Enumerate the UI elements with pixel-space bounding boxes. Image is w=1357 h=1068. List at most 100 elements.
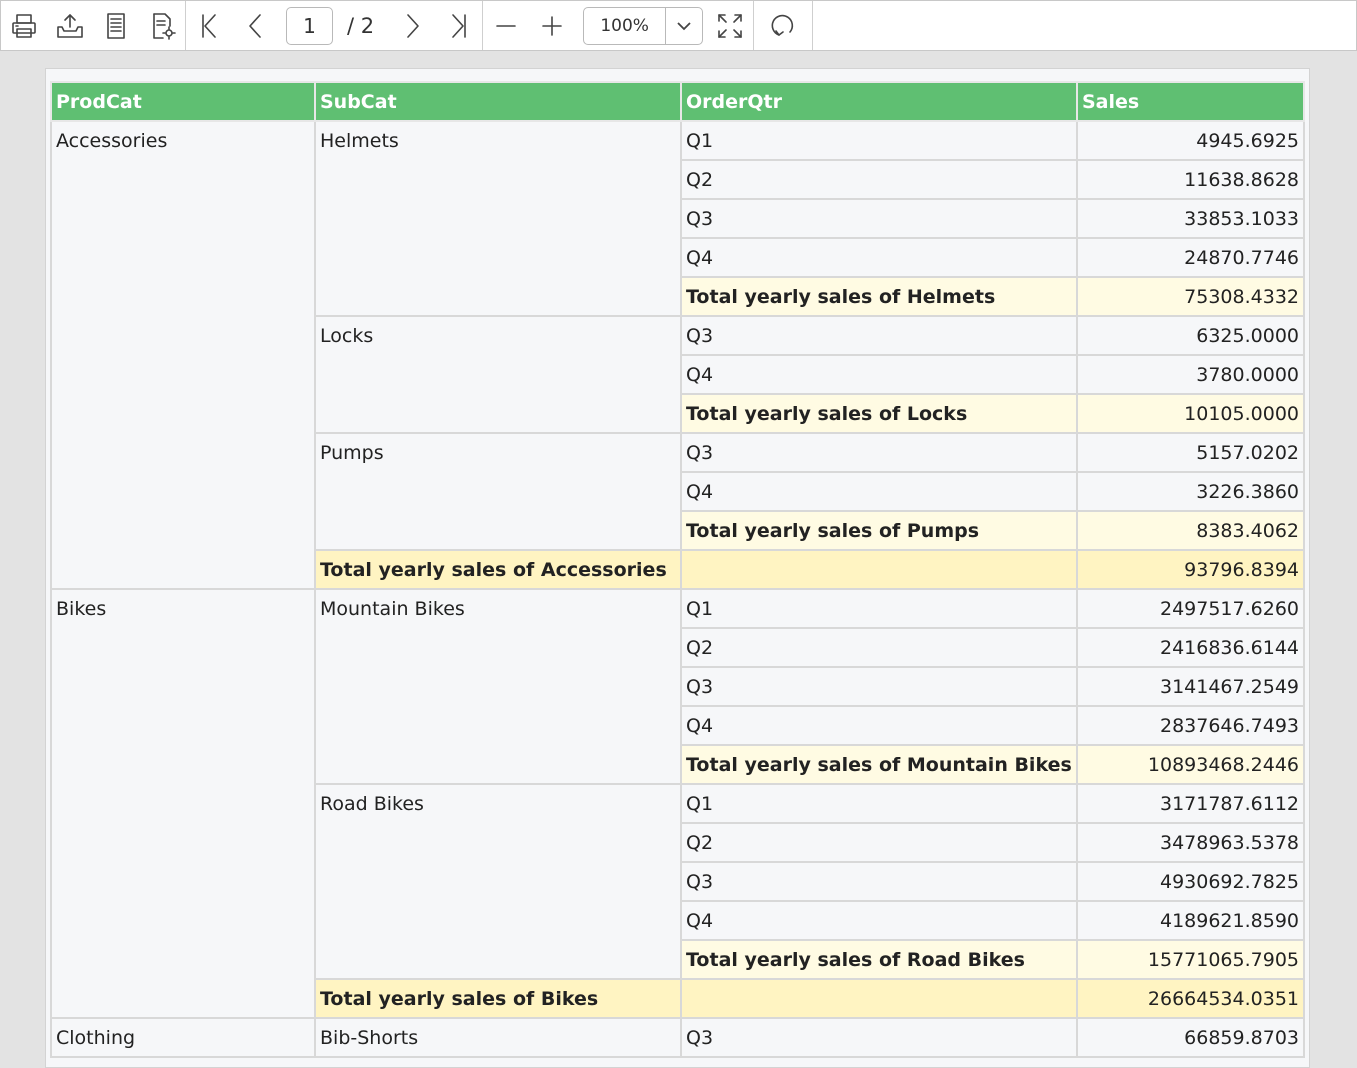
subtotal-label: Total yearly sales of Locks xyxy=(680,393,1078,434)
header-row: ProdCat SubCat OrderQtr Sales xyxy=(50,81,1305,122)
subtotal-value: 10105.0000 xyxy=(1076,393,1305,434)
refresh-icon xyxy=(771,14,794,36)
last-page-icon xyxy=(452,13,466,38)
subtotal-label: Total yearly sales of Helmets xyxy=(680,276,1078,317)
quarter-cell: Q4 xyxy=(680,705,1078,746)
quarter-cell: Q4 xyxy=(680,471,1078,512)
page-setup-button[interactable] xyxy=(93,4,139,48)
sales-cell: 5157.0202 xyxy=(1076,432,1305,473)
sales-cell: 2497517.6260 xyxy=(1076,588,1305,629)
category-total-value: 93796.8394 xyxy=(1076,549,1305,590)
sales-cell: 4930692.7825 xyxy=(1076,861,1305,902)
print-icon xyxy=(12,13,36,38)
zoom-out-icon xyxy=(496,24,516,27)
column-header-sales: Sales xyxy=(1076,81,1305,122)
quarter-cell: Q3 xyxy=(680,666,1078,707)
report-viewer-toolbar: 1 / 2 100% xyxy=(0,0,1357,51)
export-button[interactable] xyxy=(47,4,93,48)
zoom-in-button[interactable] xyxy=(529,4,575,48)
quarter-cell: Q3 xyxy=(680,315,1078,356)
previous-page-button[interactable] xyxy=(232,4,278,48)
next-page-icon xyxy=(407,13,419,38)
prodcat-cell: Accessories xyxy=(50,120,316,590)
sales-cell: 2416836.6144 xyxy=(1076,627,1305,668)
refresh-button[interactable] xyxy=(754,4,812,48)
quarter-cell: Q2 xyxy=(680,627,1078,668)
sales-cell: 4189621.8590 xyxy=(1076,900,1305,941)
sales-cell: 2837646.7493 xyxy=(1076,705,1305,746)
subtotal-label: Total yearly sales of Mountain Bikes xyxy=(680,744,1078,785)
document-settings-icon xyxy=(153,12,176,40)
zoom-group: 100% xyxy=(483,1,755,50)
subcat-cell: Road Bikes xyxy=(314,783,682,980)
report-page: ProdCat SubCat OrderQtr Sales Accessorie… xyxy=(45,68,1310,1068)
sales-cell: 3478963.5378 xyxy=(1076,822,1305,863)
subcat-cell: Bib-Shorts xyxy=(314,1017,682,1058)
quarter-cell: Q3 xyxy=(680,1017,1078,1058)
quarter-cell: Q4 xyxy=(680,354,1078,395)
sales-cell: 33853.1033 xyxy=(1076,198,1305,239)
category-total-empty xyxy=(680,549,1078,590)
current-page-input[interactable]: 1 xyxy=(286,6,333,45)
table-row: Accessories Helmets Q1 4945.6925 xyxy=(50,120,1305,590)
subtotal-value: 75308.4332 xyxy=(1076,276,1305,317)
page-setup-icon xyxy=(107,12,125,39)
zoom-in-icon xyxy=(542,15,562,36)
column-header-prodcat: ProdCat xyxy=(50,81,316,122)
sales-cell: 4945.6925 xyxy=(1076,120,1305,161)
sales-cell: 3780.0000 xyxy=(1076,354,1305,395)
document-settings-button[interactable] xyxy=(139,4,185,48)
zoom-out-button[interactable] xyxy=(483,4,529,48)
sales-cell: 3226.3860 xyxy=(1076,471,1305,512)
last-page-button[interactable] xyxy=(436,4,482,48)
subcat-cell: Pumps xyxy=(314,432,682,551)
zoom-dropdown-button[interactable] xyxy=(666,8,702,44)
zoom-value: 100% xyxy=(584,7,667,44)
zoom-select[interactable]: 100% xyxy=(583,6,704,45)
quarter-cell: Q1 xyxy=(680,783,1078,824)
sales-report-table: ProdCat SubCat OrderQtr Sales Accessorie… xyxy=(50,81,1305,1058)
subtotal-value: 15771065.7905 xyxy=(1076,939,1305,980)
previous-page-icon xyxy=(249,13,261,38)
subtotal-value: 8383.4062 xyxy=(1076,510,1305,551)
quarter-cell: Q3 xyxy=(680,861,1078,902)
refresh-group xyxy=(754,1,814,50)
category-total-label: Total yearly sales of Accessories xyxy=(314,549,682,590)
first-page-button[interactable] xyxy=(186,4,232,48)
column-header-subcat: SubCat xyxy=(314,81,682,122)
quarter-cell: Q2 xyxy=(680,822,1078,863)
quarter-cell: Q4 xyxy=(680,900,1078,941)
next-page-button[interactable] xyxy=(390,4,436,48)
sales-cell: 66859.8703 xyxy=(1076,1017,1305,1058)
quarter-cell: Q1 xyxy=(680,588,1078,629)
table-row: Clothing Bib-Shorts Q3 66859.8703 xyxy=(50,1017,1305,1058)
quarter-cell: Q3 xyxy=(680,432,1078,473)
quarter-cell: Q1 xyxy=(680,120,1078,161)
subtotal-label: Total yearly sales of Pumps xyxy=(680,510,1078,551)
table-row: Bikes Mountain Bikes Q1 2497517.6260 xyxy=(50,588,1305,1019)
sales-cell: 6325.0000 xyxy=(1076,315,1305,356)
fit-to-page-button[interactable] xyxy=(707,4,753,48)
category-total-value: 26664534.0351 xyxy=(1076,978,1305,1019)
prodcat-cell: Bikes xyxy=(50,588,316,1019)
sales-cell: 3171787.6112 xyxy=(1076,783,1305,824)
subtotal-label: Total yearly sales of Road Bikes xyxy=(680,939,1078,980)
category-total-empty xyxy=(680,978,1078,1019)
print-button[interactable] xyxy=(1,4,47,48)
total-pages-label: / 2 xyxy=(347,13,375,38)
quarter-cell: Q3 xyxy=(680,198,1078,239)
subtotal-value: 10893468.2446 xyxy=(1076,744,1305,785)
subcat-cell: Helmets xyxy=(314,120,682,317)
subcat-cell: Locks xyxy=(314,315,682,434)
chevron-down-icon xyxy=(677,21,691,30)
first-page-icon xyxy=(202,13,216,38)
file-tools-group xyxy=(1,1,186,50)
subcat-cell: Mountain Bikes xyxy=(314,588,682,785)
export-icon xyxy=(57,13,83,38)
navigation-group: 1 / 2 xyxy=(186,1,484,50)
sales-cell: 3141467.2549 xyxy=(1076,666,1305,707)
column-header-orderqtr: OrderQtr xyxy=(680,81,1078,122)
fit-to-page-icon xyxy=(718,13,742,38)
prodcat-cell: Clothing xyxy=(50,1017,316,1058)
quarter-cell: Q2 xyxy=(680,159,1078,200)
